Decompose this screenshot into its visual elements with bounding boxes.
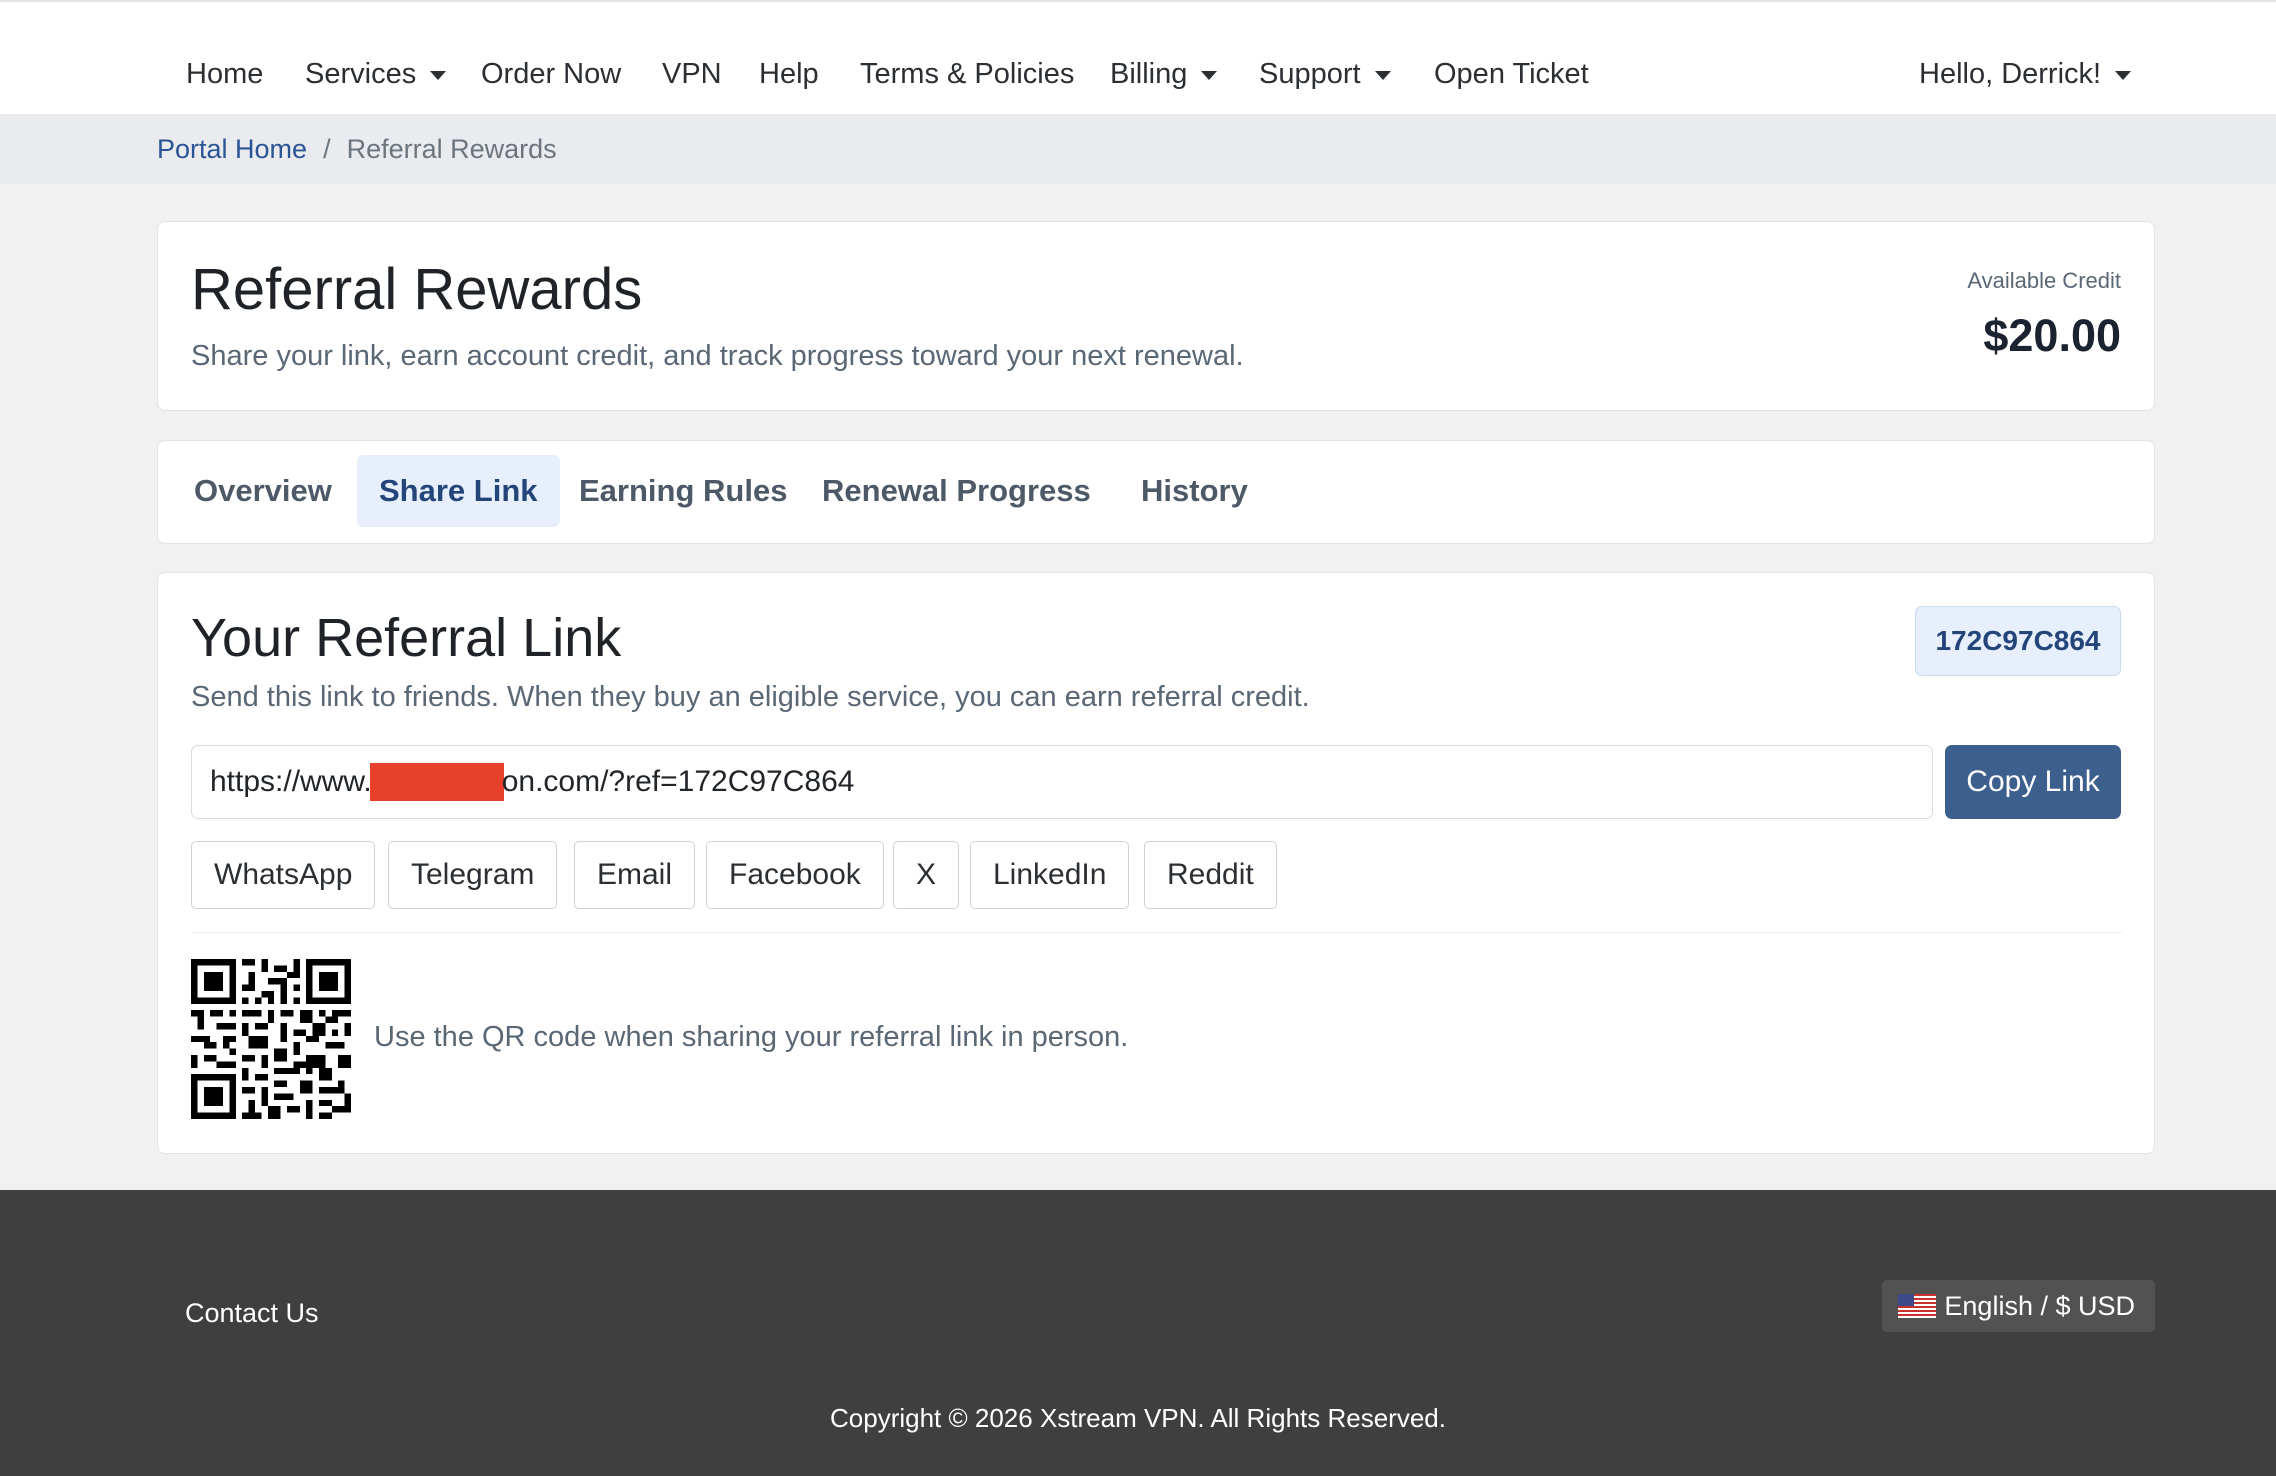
nav-order-now-label: Order Now bbox=[481, 58, 622, 90]
chevron-down-icon bbox=[1201, 71, 1218, 80]
tab-overview[interactable]: Overview bbox=[172, 455, 354, 527]
nav-services-label: Services bbox=[305, 58, 417, 90]
chevron-down-icon bbox=[2115, 71, 2132, 80]
referral-link-prefix: https://www. bbox=[210, 765, 372, 798]
available-credit-label: Available Credit bbox=[1967, 268, 2121, 293]
language-currency-button[interactable]: English / $ USD bbox=[1882, 1280, 2155, 1332]
nav-support-label: Support bbox=[1259, 58, 1361, 90]
share-reddit-button[interactable]: Reddit bbox=[1144, 841, 1277, 909]
share-x-button[interactable]: X bbox=[893, 841, 960, 909]
available-credit-value: $20.00 bbox=[1983, 310, 2121, 361]
share-facebook-button[interactable]: Facebook bbox=[706, 841, 884, 909]
user-menu[interactable]: Hello, Derrick! bbox=[1919, 58, 2132, 91]
nav-billing-label: Billing bbox=[1110, 58, 1188, 90]
nav-vpn-label: VPN bbox=[662, 58, 722, 90]
us-flag-icon bbox=[1898, 1294, 1937, 1318]
copyright-text: Copyright © 2026 Xstream VPN. All Rights… bbox=[830, 1403, 1446, 1433]
top-navbar: Home Services Order Now VPN Help Terms &… bbox=[0, 0, 2276, 114]
qr-code-image bbox=[191, 959, 351, 1119]
referral-link-description: Send this link to friends. When they buy… bbox=[191, 681, 1310, 713]
referral-link-title: Your Referral Link bbox=[191, 608, 622, 668]
nav-home[interactable]: Home bbox=[186, 58, 263, 91]
referral-code-badge: 172C97C864 bbox=[1915, 606, 2121, 676]
share-linkedin-button[interactable]: LinkedIn bbox=[970, 841, 1130, 909]
nav-terms-policies[interactable]: Terms & Policies bbox=[860, 58, 1074, 91]
redaction-block bbox=[369, 763, 504, 801]
tab-history[interactable]: History bbox=[1119, 455, 1270, 527]
qr-code-caption: Use the QR code when sharing your referr… bbox=[374, 1021, 1129, 1053]
breadcrumb-separator: / bbox=[323, 133, 331, 164]
breadcrumb-current: Referral Rewards bbox=[346, 133, 557, 164]
nav-order-now[interactable]: Order Now bbox=[481, 58, 621, 91]
nav-home-label: Home bbox=[186, 58, 264, 90]
language-currency-label: English / $ USD bbox=[1944, 1290, 2135, 1321]
breadcrumb-portal-home[interactable]: Portal Home bbox=[157, 134, 307, 165]
chevron-down-icon bbox=[1374, 71, 1391, 80]
referral-link-card: Your Referral Link 172C97C864 Send this … bbox=[157, 572, 2155, 1154]
referral-link-field[interactable]: https://www. on.com/?ref=172C97C864 bbox=[191, 745, 1933, 819]
share-telegram-button[interactable]: Telegram bbox=[388, 841, 558, 909]
share-email-button[interactable]: Email bbox=[574, 841, 696, 909]
page-title: Referral Rewards bbox=[191, 257, 643, 322]
tabs-bar: Overview Share Link Earning Rules Renewa… bbox=[157, 440, 2155, 544]
nav-open-ticket-label: Open Ticket bbox=[1434, 58, 1589, 90]
copy-link-button[interactable]: Copy Link bbox=[1945, 745, 2121, 819]
page-header-card: Referral Rewards Share your link, earn a… bbox=[157, 221, 2155, 411]
nav-support[interactable]: Support bbox=[1259, 58, 1391, 91]
tab-share-link[interactable]: Share Link bbox=[357, 455, 560, 527]
nav-terms-label: Terms & Policies bbox=[860, 58, 1075, 90]
user-menu-label: Hello, Derrick! bbox=[1919, 58, 2102, 90]
nav-help-label: Help bbox=[759, 58, 819, 90]
tab-earning-rules[interactable]: Earning Rules bbox=[557, 455, 809, 527]
contact-us-link[interactable]: Contact Us bbox=[185, 1298, 319, 1329]
nav-open-ticket[interactable]: Open Ticket bbox=[1434, 58, 1589, 91]
nav-billing[interactable]: Billing bbox=[1110, 58, 1218, 91]
nav-help[interactable]: Help bbox=[759, 58, 819, 91]
nav-services[interactable]: Services bbox=[305, 58, 447, 91]
divider bbox=[191, 932, 2122, 933]
chevron-down-icon bbox=[430, 71, 447, 80]
tab-renewal-progress[interactable]: Renewal Progress bbox=[800, 455, 1113, 527]
referral-link-suffix: on.com/?ref=172C97C864 bbox=[501, 765, 855, 798]
page-subtitle: Share your link, earn account credit, an… bbox=[191, 340, 1244, 372]
footer: Contact Us English / $ USD Copyright © 2… bbox=[0, 1190, 2276, 1476]
share-whatsapp-button[interactable]: WhatsApp bbox=[191, 841, 376, 909]
nav-vpn[interactable]: VPN bbox=[662, 58, 722, 91]
breadcrumb: Portal Home / Referral Rewards bbox=[0, 114, 2276, 184]
